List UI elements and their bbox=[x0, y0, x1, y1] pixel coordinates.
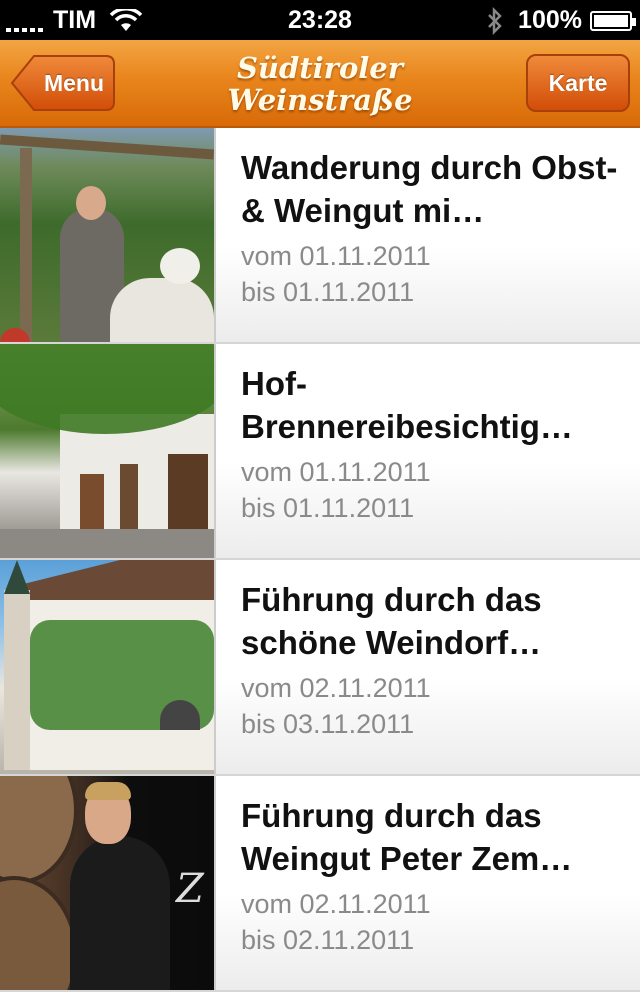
event-date-from: vom 01.11.2011 bbox=[241, 457, 431, 487]
list-item[interactable]: Wanderung durch Obst- & Weingut mi… vom … bbox=[0, 128, 640, 344]
list-item[interactable]: Führung durch das schöne Weindorf… vom 0… bbox=[0, 560, 640, 776]
event-date-from: vom 02.11.2011 bbox=[241, 889, 431, 919]
list-item[interactable]: Hof-Brennereibesichtig… vom 01.11.2011 b… bbox=[0, 344, 640, 560]
event-date-from: vom 02.11.2011 bbox=[241, 673, 431, 703]
event-date-to: bis 02.11.2011 bbox=[241, 925, 415, 955]
bluetooth-icon bbox=[488, 6, 502, 35]
event-date-to: bis 01.11.2011 bbox=[241, 493, 415, 523]
navigation-bar: Menu Südtiroler Weinstraße Karte bbox=[0, 40, 640, 128]
event-title: Hof-Brennereibesichtig… bbox=[241, 365, 573, 445]
event-thumbnail bbox=[0, 344, 216, 558]
event-date-to: bis 01.11.2011 bbox=[241, 277, 415, 307]
event-thumbnail bbox=[0, 560, 216, 774]
event-thumbnail: Z bbox=[0, 776, 216, 990]
event-list: Wanderung durch Obst- & Weingut mi… vom … bbox=[0, 128, 640, 992]
battery-icon bbox=[590, 10, 636, 31]
status-bar: TIM 23:28 100% bbox=[0, 0, 640, 40]
event-date-from: vom 01.11.2011 bbox=[241, 241, 431, 271]
event-date-to: bis 03.11.2011 bbox=[241, 709, 415, 739]
event-title: Führung durch das Weingut Peter Zem… bbox=[241, 797, 573, 877]
map-button[interactable]: Karte bbox=[526, 54, 630, 112]
event-title: Wanderung durch Obst- & Weingut mi… bbox=[241, 149, 618, 229]
battery-percent: 100% bbox=[518, 6, 582, 34]
event-thumbnail bbox=[0, 128, 216, 342]
event-title: Führung durch das schöne Weindorf… bbox=[241, 581, 542, 661]
